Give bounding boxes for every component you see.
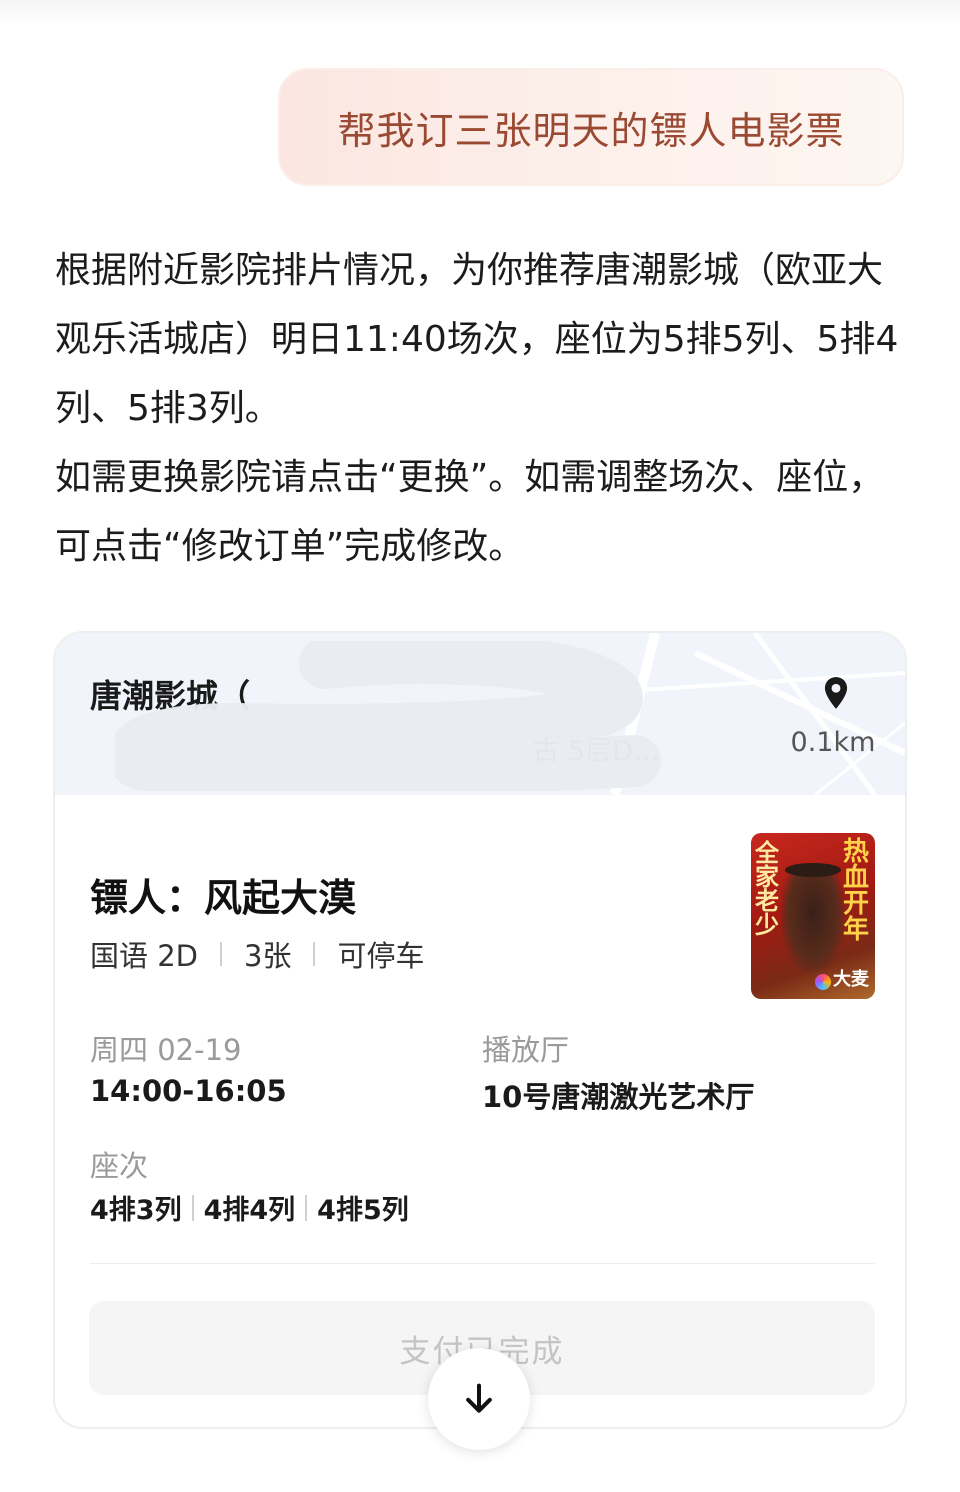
scroll-to-bottom-button[interactable] bbox=[428, 1348, 530, 1450]
seat-separator bbox=[305, 1194, 308, 1221]
tag-ticket-count: 3张 bbox=[244, 939, 292, 973]
tag-parking: 可停车 bbox=[337, 939, 425, 973]
tag-separator bbox=[220, 942, 222, 966]
seat-item: 4排5列 bbox=[317, 1195, 409, 1226]
show-date-label: 周四 02-19 bbox=[90, 1033, 242, 1067]
poster-right-text: 热血开年 bbox=[843, 837, 870, 945]
assistant-reply: 根据附近影院排片情况，为你推荐唐潮影城（欧亚大观乐活城店）明日11:40场次，座… bbox=[55, 236, 915, 581]
arrow-down-icon bbox=[466, 1383, 492, 1413]
chat-page: 帮我订三张明天的镖人电影票 根据附近影院排片情况，为你推荐唐潮影城（欧亚大观乐活… bbox=[0, 0, 960, 1492]
seat-list: 4排3列 4排4列 4排5列 bbox=[90, 1188, 409, 1227]
cinema-header[interactable]: 唐潮影城（ 古 5层D… 0.1km bbox=[55, 633, 905, 795]
top-fade bbox=[0, 0, 960, 24]
ticket-order-card[interactable]: 唐潮影城（ 古 5层D… 0.1km 镖人：风起大漠 国语 2D 3张 可停车 … bbox=[53, 631, 907, 1429]
damai-logo-icon bbox=[815, 974, 831, 990]
movie-poster[interactable]: 全家老少 热血开年 大麦 bbox=[751, 833, 875, 999]
location-pin-icon bbox=[824, 677, 848, 709]
movie-title: 镖人：风起大漠 bbox=[90, 876, 357, 920]
redaction-scribble bbox=[115, 641, 661, 791]
distance-text: 0.1km bbox=[790, 727, 876, 758]
hall-label: 播放厅 bbox=[482, 1033, 570, 1067]
poster-left-text: 全家老少 bbox=[755, 838, 779, 939]
seat-item: 4排3列 bbox=[90, 1195, 182, 1226]
poster-hat bbox=[785, 863, 841, 877]
tag-separator bbox=[313, 942, 316, 966]
reply-paragraph-2: 如需更换影院请点击“更换”。如需调整场次、座位，可点击“修改订单”完成修改。 bbox=[55, 457, 885, 567]
seat-label: 座次 bbox=[90, 1149, 149, 1183]
user-message-text: 帮我订三张明天的镖人电影票 bbox=[337, 108, 845, 153]
movie-tags: 国语 2D 3张 可停车 bbox=[90, 933, 424, 975]
poster-figures bbox=[781, 873, 845, 973]
tag-language: 国语 2D bbox=[90, 939, 198, 973]
card-divider bbox=[90, 1263, 875, 1264]
seat-separator bbox=[191, 1194, 194, 1221]
poster-logo-text: 大麦 bbox=[833, 969, 869, 990]
reply-paragraph-1: 根据附近影院排片情况，为你推荐唐潮影城（欧亚大观乐活城店）明日11:40场次，座… bbox=[55, 250, 899, 429]
seat-item: 4排4列 bbox=[203, 1195, 296, 1226]
show-time-value: 14:00-16:05 bbox=[90, 1074, 287, 1108]
user-message-bubble: 帮我订三张明天的镖人电影票 bbox=[278, 68, 904, 186]
hall-value: 10号唐潮激光艺术厅 bbox=[482, 1080, 755, 1114]
